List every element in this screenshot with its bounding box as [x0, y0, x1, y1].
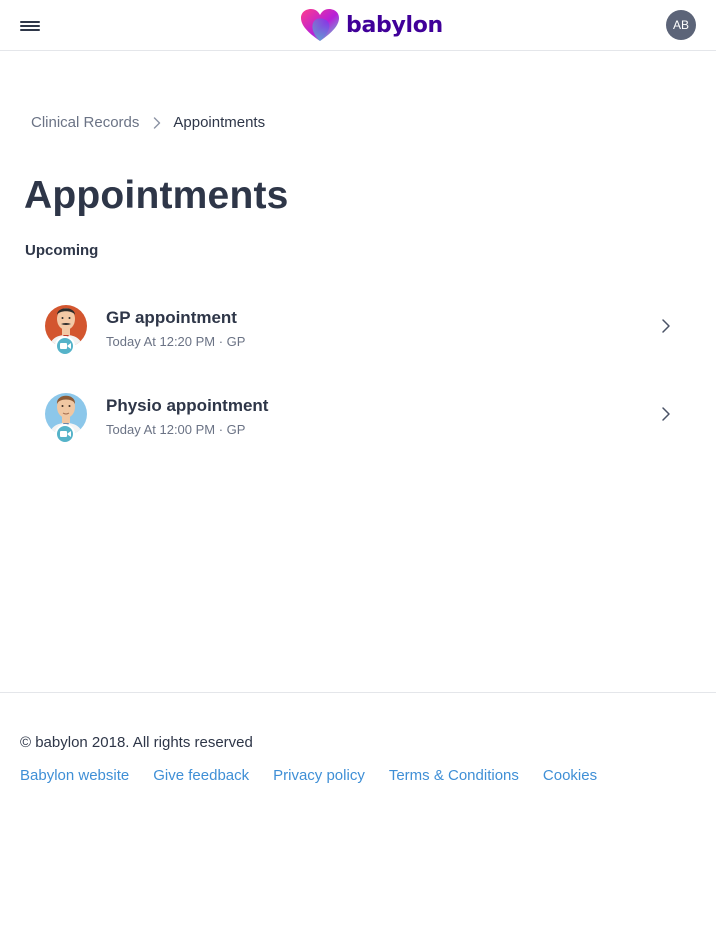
footer-link-privacy-policy[interactable]: Privacy policy	[273, 767, 365, 784]
babylon-logo[interactable]: babylon	[299, 6, 443, 44]
video-camera-icon	[55, 424, 75, 444]
footer-link-cookies[interactable]: Cookies	[543, 767, 597, 784]
footer: © babylon 2018. All rights reserved Baby…	[0, 692, 716, 929]
chevron-right-icon	[661, 406, 671, 427]
breadcrumb-clinical-records[interactable]: Clinical Records	[31, 114, 139, 131]
chevron-right-icon	[153, 116, 161, 129]
breadcrumb: Clinical Records Appointments	[31, 114, 265, 131]
footer-link-terms-conditions[interactable]: Terms & Conditions	[389, 767, 519, 784]
top-header: babylon AB	[0, 0, 716, 51]
copyright-text: © babylon 2018. All rights reserved	[20, 734, 253, 751]
appointment-title: Physio appointment	[106, 396, 269, 415]
breadcrumb-current: Appointments	[173, 114, 266, 131]
heart-logo-icon	[301, 9, 339, 41]
user-avatar-button[interactable]: AB	[666, 10, 696, 40]
page-title: Appointments	[24, 174, 289, 217]
footer-link-give-feedback[interactable]: Give feedback	[153, 767, 249, 784]
appointment-item-physio[interactable]: Physio appointment Today At 12:00 PM · G…	[24, 390, 692, 470]
appointment-meta: Today At 12:00 PM · GP	[106, 422, 246, 437]
chevron-right-icon	[661, 318, 671, 339]
appointment-title: GP appointment	[106, 308, 237, 327]
footer-link-babylon-website[interactable]: Babylon website	[20, 767, 129, 784]
video-camera-icon	[55, 336, 75, 356]
footer-links: Babylon website Give feedback Privacy po…	[20, 767, 621, 784]
hamburger-menu-icon[interactable]	[18, 16, 42, 36]
logo-text: babylon	[346, 12, 443, 38]
section-heading-upcoming: Upcoming	[25, 242, 99, 259]
appointment-meta: Today At 12:20 PM · GP	[106, 334, 246, 349]
appointment-item-gp[interactable]: GP appointment Today At 12:20 PM · GP	[24, 302, 692, 382]
